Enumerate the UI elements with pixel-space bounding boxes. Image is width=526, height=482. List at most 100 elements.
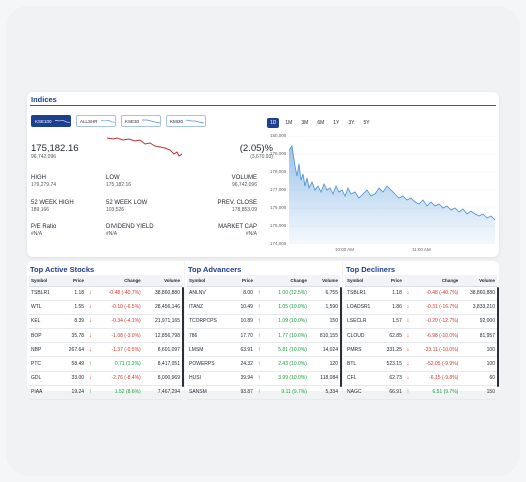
table-row[interactable]: BTL 523.15 ↓ -52.05 (-9.9%) 100 — [345, 356, 497, 372]
cell-volume: 1,590 — [308, 300, 340, 315]
arrow-down-icon: ↓ — [403, 342, 412, 358]
tab-allshr[interactable]: ALLSHR — [76, 115, 116, 127]
cell-change: -0.48 (-40.7%) — [94, 286, 143, 301]
table-row[interactable]: NBP 267.64 ↓ -1.37 (-0.5%) 8,601,097 — [29, 342, 182, 358]
table-row[interactable]: LSECLR 1.57 ↓ -0.20 (-12.7%) 92,000 — [345, 314, 497, 330]
top-advancers-table: Symbol Price Change Volume ANLNV 8.00 ↑ 1.0… — [187, 275, 340, 401]
table-row[interactable]: KEL 8.39 ↓ -0.34 (-4.1%) 21,971,165 — [29, 314, 182, 330]
table-row[interactable]: GDL 33.00 ↓ -2.76 (-8.4%) 8,000,969 — [29, 371, 182, 386]
scrollbar[interactable] — [497, 287, 499, 387]
cell-symbol[interactable]: KEL — [29, 314, 60, 330]
table-row[interactable]: PIAA 19.24 ↑ 1.52 (8.6%) 7,467,294 — [29, 385, 182, 401]
range-5y[interactable]: 5Y — [361, 118, 373, 128]
cell-symbol[interactable]: CFL — [345, 371, 380, 386]
arrow-down-icon: ↓ — [403, 286, 412, 301]
top-decliners-panel: Top Decliners Symbol Price Change Volume… — [343, 261, 499, 401]
y-tick: 179,000 — [270, 151, 287, 156]
table-row[interactable]: ITANZ 10.49 ↑ 1.05 (10.0%) 1,590 — [187, 300, 340, 315]
range-1y[interactable]: 1Y — [330, 118, 342, 128]
cell-symbol[interactable]: 786 — [187, 328, 232, 344]
range-1m[interactable]: 1M — [282, 118, 295, 128]
cell-change: -1.08 (-3.0%) — [94, 328, 143, 344]
volume-label: VOLUME — [231, 175, 257, 181]
y-tick: 180,000 — [270, 133, 287, 138]
cell-price: 33.00 — [59, 371, 87, 386]
cell-symbol[interactable]: HUSI — [187, 371, 232, 386]
table-row[interactable]: BOP 35.78 ↓ -1.08 (-3.0%) 12,856,798 — [29, 328, 182, 344]
cell-symbol[interactable]: TCORPCPS — [187, 314, 232, 330]
range-3m[interactable]: 3M — [298, 118, 311, 128]
cell-price: 8.00 — [231, 286, 255, 301]
y-tick: 177,000 — [270, 187, 287, 192]
scrollbar[interactable] — [340, 287, 342, 387]
cell-symbol[interactable]: LOADSR1 — [345, 300, 380, 315]
cell-volume: 810,155 — [308, 328, 340, 344]
table-row[interactable]: PMRS 331.25 ↓ -33.11 (-10.0%) 100 — [345, 342, 497, 358]
cell-volume: 6,755 — [308, 286, 340, 301]
table-row[interactable]: 786 17.70 ↑ 1.77 (10.0%) 810,155 — [187, 328, 340, 344]
scrollbar[interactable] — [182, 287, 184, 387]
tab-kmi30[interactable]: KMI30 — [166, 115, 206, 127]
cell-change: 1.05 (10.0%) — [262, 300, 309, 315]
cell-volume: 150 — [308, 314, 340, 330]
table-row[interactable]: ANLNV 8.00 ↑ 1.00 (12.5%) 6,755 — [187, 286, 340, 301]
cell-symbol[interactable]: LSECLR — [345, 314, 380, 330]
dividend-label: DIVIDEND YIELD — [106, 224, 154, 230]
cell-price: 10.49 — [231, 300, 255, 315]
sparkline-icon — [142, 119, 160, 124]
cell-symbol[interactable]: TSBLR1 — [345, 286, 380, 301]
cell-symbol[interactable]: TSBLR1 — [29, 286, 60, 301]
cell-symbol[interactable]: ITANZ — [187, 300, 232, 315]
table-row[interactable]: LMSM 63.91 ↑ 5.81 (10.0%) 14,024 — [187, 342, 340, 358]
cell-symbol[interactable]: GDL — [29, 371, 60, 386]
table-row[interactable]: TCORPCPS 10.89 ↑ 1.09 (10.0%) 150 — [187, 314, 340, 330]
index-tabs: KSE100 ALLSHR KSE30 KMI30 — [31, 115, 206, 127]
mcap-label: MARKET CAP — [218, 224, 257, 230]
cell-symbol[interactable]: LMSM — [187, 342, 232, 358]
high-value: 179,279.74 — [31, 182, 57, 188]
cell-symbol[interactable]: SANSM — [187, 385, 232, 401]
cell-symbol[interactable]: NAGC — [345, 385, 380, 401]
range-3y[interactable]: 3Y — [345, 118, 357, 128]
cell-symbol[interactable]: CLOUD — [345, 328, 380, 344]
tab-kse30[interactable]: KSE30 — [121, 115, 161, 127]
x-tick: 11:00 AM — [412, 247, 431, 252]
cell-symbol[interactable]: PMRS — [345, 342, 380, 358]
col-change: Change — [94, 275, 143, 287]
cell-symbol[interactable]: BOP — [29, 328, 60, 344]
x-tick: 10:00 AM — [335, 247, 355, 252]
cell-symbol[interactable]: BTL — [345, 356, 380, 372]
table-row[interactable]: TSBLR1 1.18 ↓ -0.48 (-40.7%) 38,860,880 — [29, 286, 182, 301]
cell-symbol[interactable]: PIAA — [29, 385, 60, 401]
table-row[interactable]: PTC 58.49 ↑ 0.71 (1.2%) 8,417,051 — [29, 356, 182, 372]
range-6m[interactable]: 6M — [314, 118, 327, 128]
table-row[interactable]: NAGC 66.91 ↑ 6.51 (9.7%) 150 — [345, 385, 497, 401]
cell-change: -33.11 (-10.0%) — [411, 342, 461, 358]
tab-kse100[interactable]: KSE100 — [31, 115, 71, 127]
table-row[interactable]: SANSM 93.87 ↑ 9.11 (9.7%) 5,334 — [187, 385, 340, 401]
table-row[interactable]: HUSI 39.94 ↑ 3.99 (10.0%) 118,084 — [187, 371, 340, 386]
col-volume: Volume — [460, 275, 497, 287]
volume-value: 96,742,096 — [231, 182, 257, 188]
cell-symbol[interactable]: ANLNV — [187, 286, 232, 301]
sparkline-icon — [54, 119, 70, 124]
table-row[interactable]: TSBLR1 1.18 ↓ -0.48 (-40.7%) 38,860,880 — [345, 286, 497, 301]
cell-symbol[interactable]: POWERPS — [187, 356, 232, 372]
cell-volume: 21,971,165 — [142, 314, 182, 330]
table-row[interactable]: CFL 62.73 ↓ -6.15 (-9.8%) 60 — [345, 371, 497, 386]
cell-symbol[interactable]: NBP — [29, 342, 60, 358]
table-row[interactable]: POWERPS 24.32 ↑ 2.43 (10.0%) 120 — [187, 356, 340, 372]
cell-symbol[interactable]: WTL — [29, 300, 60, 315]
table-row[interactable]: LOADSR1 1.86 ↓ -0.31 (-16.7%) 3,833,210 — [345, 300, 497, 315]
table-row[interactable]: WTL 1.55 ↓ -0.10 (-6.5%) 28,456,146 — [29, 300, 182, 315]
arrow-down-icon: ↓ — [403, 300, 412, 315]
table-row[interactable]: CLOUD 62.85 ↓ -6.98 (-10.0%) 81,957 — [345, 328, 497, 344]
cell-volume: 8,417,051 — [142, 356, 182, 372]
cell-symbol[interactable]: PTC — [29, 356, 60, 372]
wk52-high-value: 189,166 — [31, 207, 50, 213]
prev-close-value: 178,853.09 — [231, 207, 257, 213]
cell-change: 5.81 (10.0%) — [262, 342, 309, 358]
range-1d[interactable]: 1D — [267, 118, 280, 128]
cell-change: 6.51 (9.7%) — [411, 385, 461, 401]
cell-volume: 100 — [460, 356, 497, 372]
